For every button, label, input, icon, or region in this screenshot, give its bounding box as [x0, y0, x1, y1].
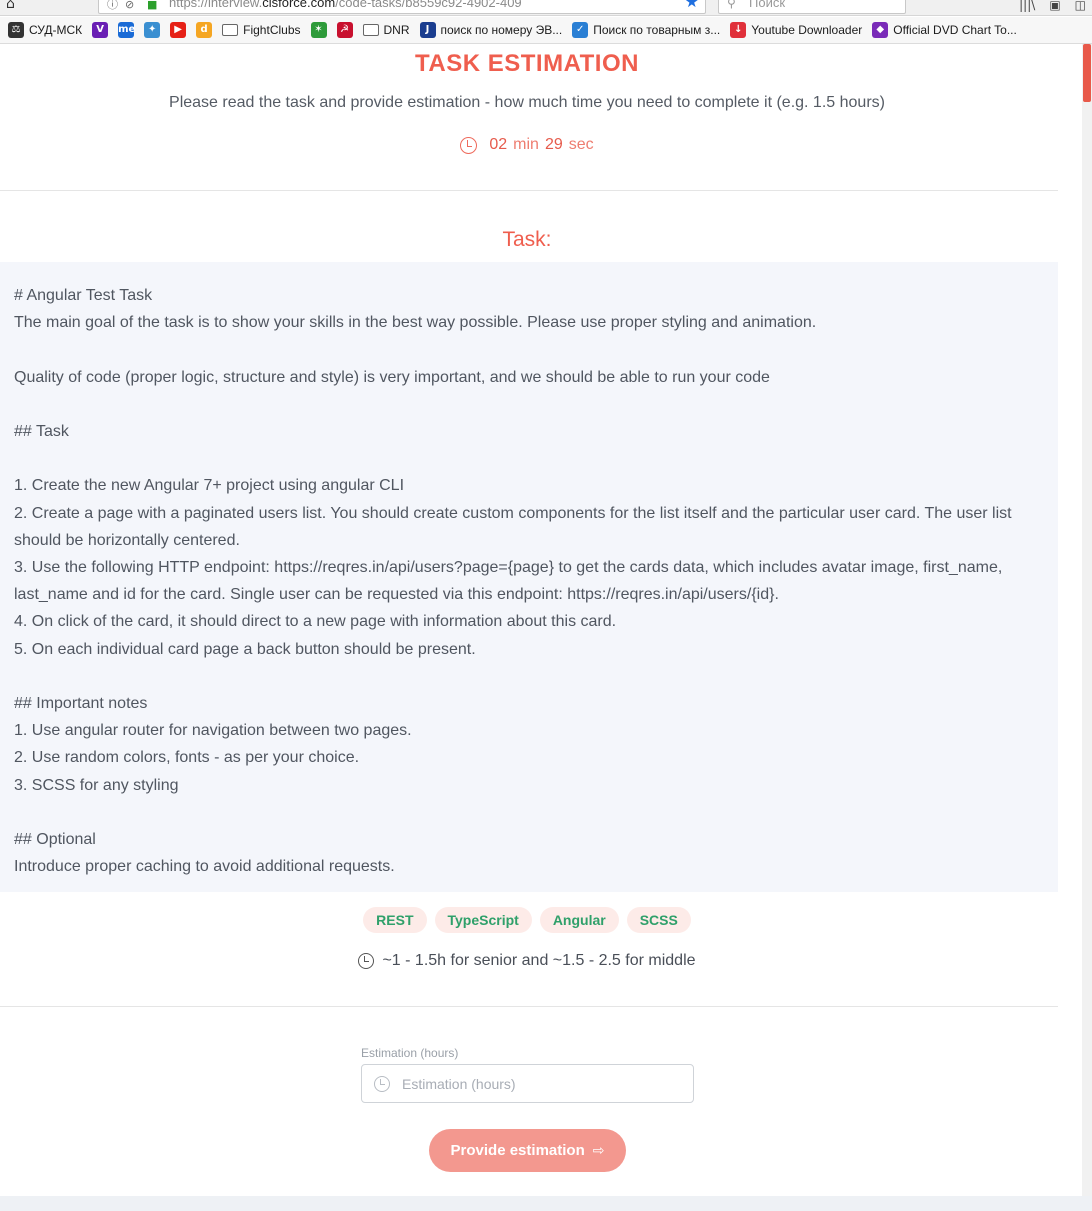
countdown-timer: 02 min 29 sec	[0, 136, 1054, 154]
info-icon[interactable]: ⓘ	[107, 0, 118, 13]
j-icon: J	[419, 22, 436, 38]
bookmark-label: Youtube Downloader	[751, 23, 863, 37]
folder-icon	[362, 24, 379, 36]
bookmark-label: Поиск по товарным з...	[593, 23, 721, 37]
bookmarks-bar: ⚖ СУД-МСК Vme ✦ ▶ d FightClubs ✶ ☭ DNR Jпоиск по н…	[0, 17, 1092, 44]
page-subtitle: Please read the task and provide estimat…	[169, 94, 885, 111]
task-heading: Task:	[502, 228, 552, 251]
bookmark-item[interactable]: DNR	[362, 23, 410, 37]
search-icon: ⚲	[727, 0, 736, 10]
provide-estimation-label: Provide estimation	[450, 1142, 585, 1159]
bookmark-label: Official DVD Chart To...	[893, 23, 1017, 37]
download-icon: ↓	[730, 22, 747, 38]
lock-icon: ■	[147, 0, 158, 11]
bookmark-item[interactable]: ⚖ СУД-МСК	[8, 22, 82, 38]
browser-search-input[interactable]: ⚲ Поиск	[718, 0, 906, 14]
clock-icon	[460, 136, 478, 154]
bookmark-star-icon[interactable]: ★	[685, 0, 699, 10]
divider	[0, 190, 1058, 191]
emblem-icon: ☭	[336, 22, 353, 38]
tag-typescript: TypeScript	[434, 907, 532, 933]
bookmark-item[interactable]: ▶	[170, 22, 187, 38]
bookmark-item[interactable]: ✦	[144, 22, 161, 38]
folder-icon	[222, 24, 239, 36]
estimation-label: Estimation (hours)	[361, 1046, 459, 1060]
estimation-field[interactable]	[361, 1064, 694, 1103]
bookmark-item[interactable]: ↓ Youtube Downloader	[730, 22, 862, 38]
toolbar-icons: |||\ ▣ ◫	[1019, 0, 1086, 12]
court-icon: ⚖	[8, 22, 24, 38]
home-icon[interactable]: ⌂	[6, 0, 15, 12]
timer-seconds: 29	[544, 136, 563, 153]
chart-icon: ◆	[872, 22, 889, 38]
bookmark-item[interactable]: ✶	[310, 22, 327, 38]
bookmark-item[interactable]: ☭	[336, 22, 353, 38]
estimation-hint-text: ~1 - 1.5h for senior and ~1.5 - 2.5 for …	[382, 952, 696, 969]
url-text: https://interview.cisforce.com/code-task…	[169, 0, 522, 10]
task-description: # Angular Test Task The main goal of the…	[0, 262, 1058, 892]
estimation-hint: ~1 - 1.5h for senior and ~1.5 - 2.5 for …	[0, 952, 1054, 970]
bookmark-label: СУД-МСК	[29, 23, 83, 37]
bookmark-item[interactable]: d	[196, 22, 213, 38]
d-icon: d	[196, 22, 213, 38]
page-title: TASK ESTIMATION	[415, 50, 639, 77]
clock-icon	[374, 1076, 390, 1092]
bookmark-item[interactable]: V	[92, 22, 109, 38]
extension-icon[interactable]: ▣	[1049, 0, 1060, 12]
library-icon[interactable]: |||\	[1019, 0, 1035, 12]
scrollbar-thumb[interactable]	[1083, 44, 1091, 102]
shield-icon: ✓	[572, 22, 589, 38]
timer-minutes: 02	[489, 136, 508, 153]
bookmark-item[interactable]: ◆ Official DVD Chart To...	[872, 22, 1017, 38]
youtube-icon: ▶	[170, 22, 187, 38]
bookmark-item[interactable]: me	[118, 22, 135, 38]
puzzle-icon: ✦	[144, 22, 161, 38]
bookmark-item[interactable]: Jпоиск по номеру ЭВ...	[419, 22, 563, 38]
divider	[0, 1006, 1058, 1007]
clock-icon	[358, 953, 375, 969]
bottom-bar	[0, 1196, 1092, 1211]
tag-rest: REST	[363, 907, 427, 933]
bookmark-label: DNR	[383, 23, 410, 37]
bookmark-item[interactable]: ✓ Поиск по товарным з...	[572, 22, 720, 38]
timer-min-label: min	[513, 136, 539, 153]
me-icon: me	[118, 22, 135, 38]
provide-estimation-button[interactable]: Provide estimation ⇨	[429, 1129, 626, 1172]
page-content: TASK ESTIMATION Please read the task and…	[0, 44, 1082, 1196]
tag-angular: Angular	[539, 907, 619, 933]
bookmark-item[interactable]: FightClubs	[222, 23, 301, 37]
estimation-input[interactable]	[402, 1065, 687, 1102]
tracking-icon[interactable]: ⊘	[125, 0, 134, 13]
vp-icon: V	[92, 22, 109, 38]
bookmark-label: FightClubs	[243, 23, 301, 37]
timer-sec-label: sec	[568, 136, 594, 153]
bookmark-label: поиск по номеру ЭВ...	[440, 23, 563, 37]
sidebar-icon[interactable]: ◫	[1075, 0, 1086, 12]
scrollbar[interactable]	[1082, 44, 1092, 1211]
tech-tags: REST TypeScript Angular SCSS	[0, 907, 1054, 933]
browser-toolbar: ⌂ ⓘ ⊘ ■ https://interview.cisforce.com/c…	[0, 0, 1092, 16]
submit-arrow-icon: ⇨	[592, 1142, 605, 1159]
tag-scss: SCSS	[626, 907, 691, 933]
star-flag-icon: ✶	[310, 22, 327, 38]
address-bar[interactable]: ⓘ ⊘ ■ https://interview.cisforce.com/cod…	[98, 0, 706, 14]
